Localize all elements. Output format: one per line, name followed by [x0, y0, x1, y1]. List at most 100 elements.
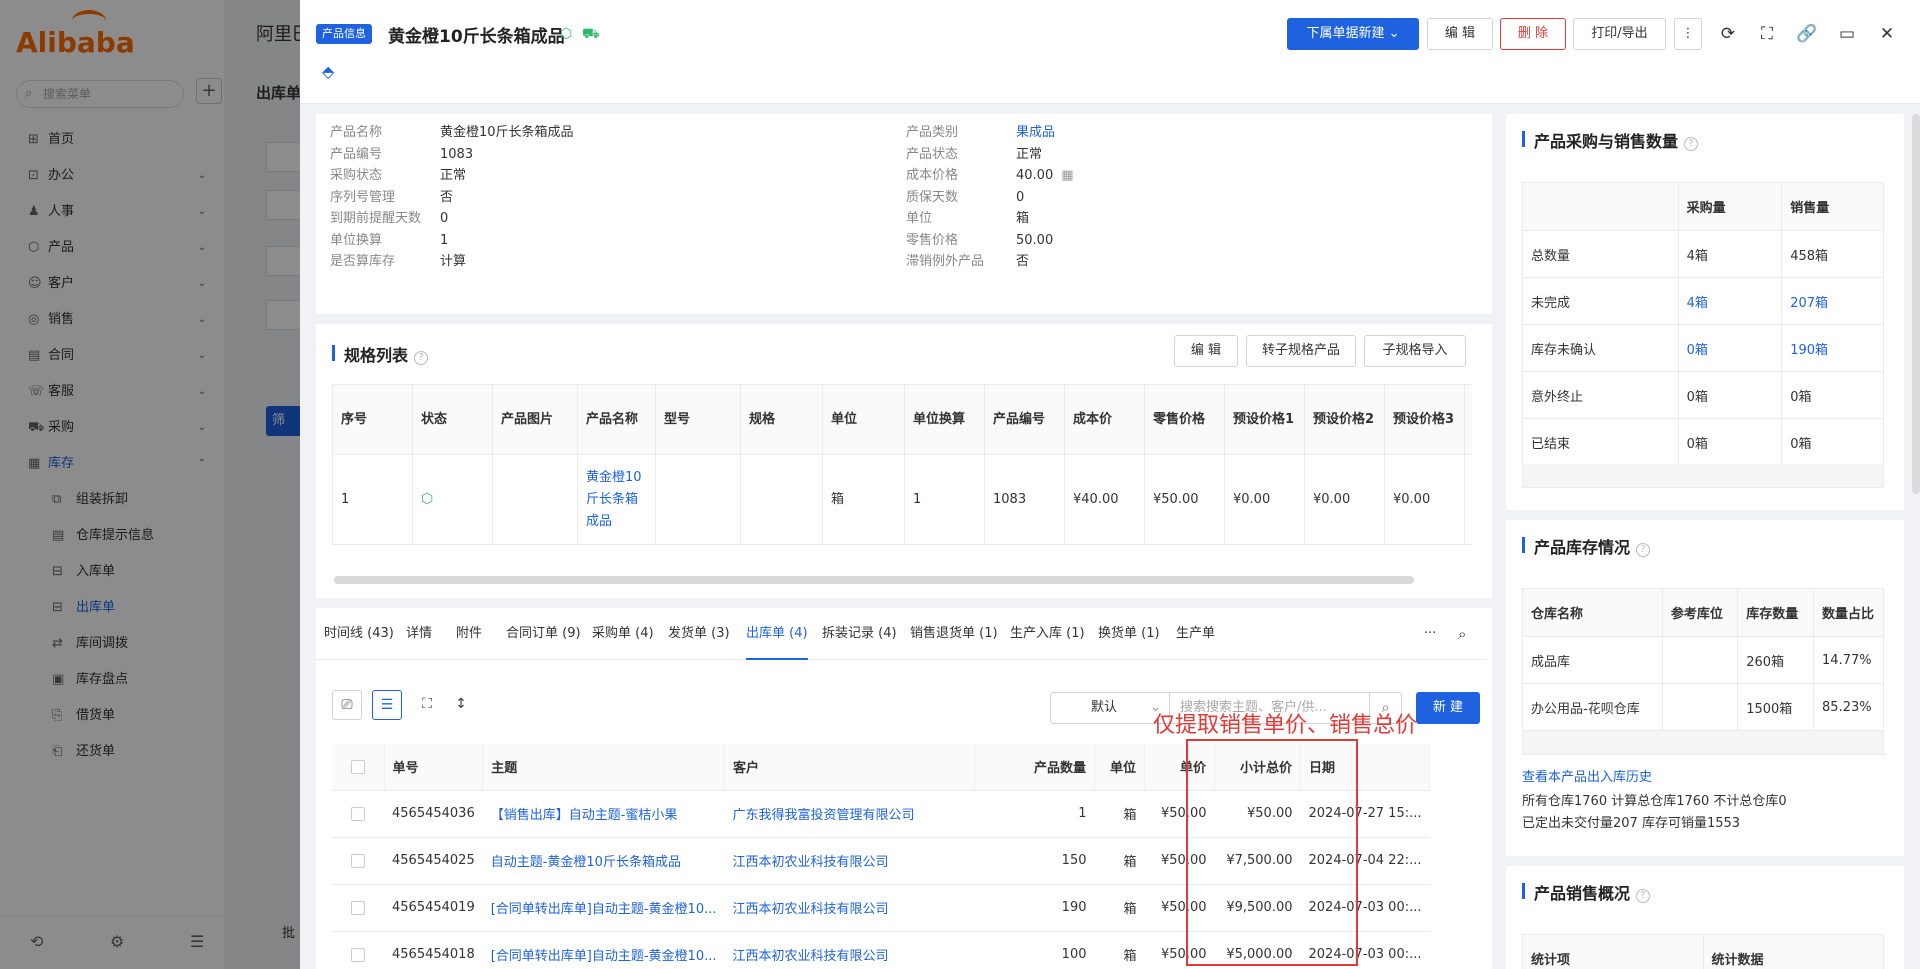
ps-cell-sales: 0箱	[1781, 371, 1884, 419]
order-cell-qty: 190	[974, 884, 1095, 932]
info-value: 50.00	[1016, 232, 1054, 248]
info-label: 滞销例外产品	[906, 254, 985, 269]
table-scroll-area	[1522, 731, 1884, 755]
order-cell-unit: 箱	[1094, 837, 1145, 885]
link-icon[interactable]: 🔗	[1793, 20, 1821, 48]
order-column-header[interactable]: 单位	[1094, 744, 1145, 791]
order-cell-subject[interactable]: [合同单转出库单]自动主题-黄金橙10...	[482, 884, 725, 932]
tabs-more-icon[interactable]: ···	[1424, 608, 1436, 660]
fullscreen-icon[interactable]: ⛶	[1753, 20, 1781, 48]
column-height-icon[interactable]: ↕	[446, 690, 476, 720]
order-cell-subject[interactable]: [合同单转出库单]自动主题-黄金橙10...	[482, 931, 725, 969]
tab[interactable]: 时间线 (43)	[324, 608, 394, 660]
ps-cell-sales[interactable]: 190箱	[1781, 324, 1884, 372]
order-cell-customer[interactable]: 江西本初农业科技有限公司	[724, 931, 975, 969]
tab[interactable]: 合同订单 (9)	[506, 608, 581, 660]
modal-overlay[interactable]	[0, 0, 300, 969]
order-column-header[interactable]: 客户	[724, 744, 975, 791]
more-vertical-icon[interactable]: ⋮	[1674, 18, 1702, 50]
vertical-scrollbar[interactable]	[1912, 114, 1920, 494]
spec-column-header: 成本价	[1064, 384, 1145, 455]
ps-cell-sales[interactable]: 207箱	[1781, 277, 1884, 325]
tab[interactable]: 采购单 (4)	[592, 608, 654, 660]
product-detail-drawer: 产品信息 黄金橙10斤长条箱成品 ⬡ ⛟ ⬘ 下属单据新建 ⌄ 编 辑 删 除 …	[300, 0, 1920, 969]
stock-history-link[interactable]: 查看本产品出入库历史	[1522, 766, 1652, 785]
order-cell-customer[interactable]: 江西本初农业科技有限公司	[724, 884, 975, 932]
stock-summary-line1: 所有仓库1760 计算总仓库1760 不计总仓库0	[1522, 794, 1787, 809]
refresh-icon[interactable]: ⟳	[1714, 20, 1742, 48]
table-row[interactable]: 4565454019 [合同单转出库单]自动主题-黄金橙10... 江西本初农业科技…	[332, 884, 1430, 932]
help-icon[interactable]: ?	[1636, 543, 1651, 557]
new-sub-document-button[interactable]: 下属单据新建 ⌄	[1287, 18, 1419, 50]
tab[interactable]: 生产单	[1176, 608, 1215, 660]
sort-select[interactable]: 默认 ⌄	[1050, 692, 1170, 724]
outbound-orders-table: 单号 主题 客户 产品数量 单位 单价 小计总价 日期 4565454036 【销售出库】自动主题…	[332, 744, 1431, 969]
table-row[interactable]: 4565454025 自动主题-黄金橙10斤长条箱成品 江西本初农业科技有限公司 15…	[332, 837, 1430, 885]
spec-table-wrap: 序号 状态 产品图片 产品名称 型号 规格 单位 单位换算 产品编号 成本价 零售价格 预设价格1 预设…	[332, 384, 1472, 580]
horizontal-scrollbar[interactable]	[334, 576, 1414, 584]
search-icon[interactable]: ⌕	[1458, 608, 1466, 660]
stock-cell-name: 办公用品-花呗仓库	[1522, 683, 1663, 731]
fullscreen-icon[interactable]: ⛶	[412, 690, 442, 720]
ps-cell-purchase[interactable]: 4箱	[1678, 277, 1783, 325]
order-column-header[interactable]: 单号	[384, 744, 484, 791]
help-icon[interactable]: ?	[1684, 137, 1699, 151]
select-all-checkbox[interactable]	[332, 744, 385, 791]
table-row: 总数量 4箱 458箱	[1522, 230, 1884, 278]
spec-cell	[655, 454, 741, 545]
tab[interactable]: 拆装记录 (4)	[822, 608, 897, 660]
order-column-header[interactable]: 产品数量	[974, 744, 1095, 791]
table-row[interactable]: 4565454036 【销售出库】自动主题-蜜桔小果 广东我得我富投资管理有限公司 1…	[332, 790, 1430, 838]
row-checkbox[interactable]	[332, 931, 384, 969]
stock-cell-qty: 1500箱	[1737, 683, 1815, 731]
ps-cell-purchase[interactable]: 0箱	[1678, 324, 1783, 372]
table-row: 库存未确认 0箱 190箱	[1522, 324, 1884, 372]
help-icon[interactable]: ?	[1636, 889, 1651, 903]
order-cell-subject[interactable]: 【销售出库】自动主题-蜜桔小果	[482, 790, 725, 838]
info-value: 计算	[440, 254, 467, 269]
monitor-icon[interactable]: ⎚	[332, 690, 362, 720]
spec-cell: ¥0.00	[1304, 454, 1385, 545]
tab[interactable]: 生产入库 (1)	[1010, 608, 1085, 660]
order-column-header[interactable]: 小计总价	[1214, 744, 1301, 791]
print-export-button[interactable]: 打印/导出	[1573, 18, 1666, 50]
spec-column-header: 产品名称	[577, 384, 656, 455]
tab[interactable]: 详情	[406, 608, 432, 660]
background-app: Alibaba ⌕ 搜索菜单 + ⊞ 首页 ⊡ 办公 ⌄ ♟ 人事 ⌄ ⬡ 产品 ⌄ ☺ 客户 ⌄ ◎ 销售 ⌄…	[0, 0, 310, 969]
tab[interactable]: 换货单 (1)	[1098, 608, 1160, 660]
spec-column-header: 预设价格2	[1304, 384, 1385, 455]
new-order-button[interactable]: 新 建	[1416, 692, 1480, 724]
window-icon[interactable]: ▭	[1833, 20, 1861, 48]
edit-button[interactable]: 编 辑	[1427, 18, 1493, 50]
order-column-header[interactable]: 主题	[482, 744, 725, 791]
order-column-header[interactable]: 单价	[1144, 744, 1215, 791]
calculator-icon[interactable]: ▦	[1061, 168, 1073, 183]
tab[interactable]: 销售退货单 (1)	[910, 608, 998, 660]
import-spec-button[interactable]: 子规格导入	[1364, 335, 1466, 367]
drawer-header: 产品信息 黄金橙10斤长条箱成品 ⬡ ⛟ ⬘ 下属单据新建 ⌄ 编 辑 删 除 …	[300, 0, 1920, 104]
row-checkbox[interactable]	[332, 884, 384, 932]
table-row[interactable]: 4565454018 [合同单转出库单]自动主题-黄金橙10... 江西本初农业科技…	[332, 931, 1430, 969]
tab[interactable]: 出库单 (4)	[746, 608, 808, 660]
ps-column-header: 采购量	[1678, 182, 1783, 231]
close-icon[interactable]: ✕	[1873, 20, 1901, 48]
sales-overview-column-header: 统计项	[1522, 934, 1704, 969]
spec-cell[interactable]: 黄金橙10斤长条箱成品	[577, 454, 656, 545]
order-cell-customer[interactable]: 广东我得我富投资管理有限公司	[724, 790, 975, 838]
delete-button[interactable]: 删 除	[1500, 18, 1566, 50]
help-icon[interactable]: ?	[414, 351, 429, 365]
tag-icon[interactable]: ⬘	[322, 62, 334, 81]
row-checkbox[interactable]	[332, 837, 384, 885]
list-view-icon[interactable]: ☰	[372, 690, 402, 720]
order-cell-customer[interactable]: 江西本初农业科技有限公司	[724, 837, 975, 885]
tab[interactable]: 附件	[456, 608, 482, 660]
row-checkbox[interactable]	[332, 790, 384, 838]
order-cell-subject[interactable]: 自动主题-黄金橙10斤长条箱成品	[482, 837, 725, 885]
ps-cell-purchase: 0箱	[1678, 371, 1783, 419]
spec-edit-button[interactable]: 编 辑	[1174, 335, 1238, 367]
tab[interactable]: 发货单 (3)	[668, 608, 730, 660]
info-value[interactable]: 果成品	[1016, 125, 1055, 140]
convert-spec-button[interactable]: 转子规格产品	[1246, 335, 1356, 367]
spec-cell	[740, 454, 823, 545]
order-column-header[interactable]: 日期	[1300, 744, 1431, 791]
